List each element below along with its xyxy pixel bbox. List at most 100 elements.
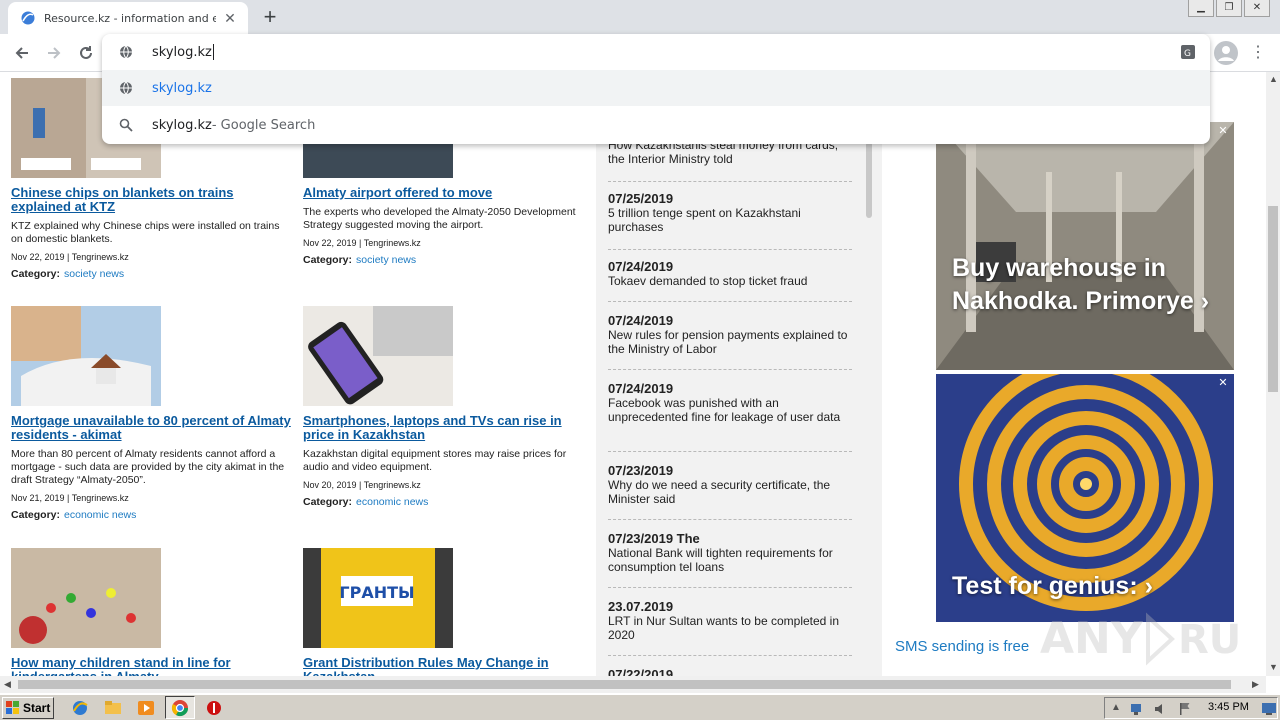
display-icon[interactable] [1261,701,1277,717]
flag-icon[interactable] [1177,701,1193,717]
start-label: Start [23,701,51,715]
reload-button[interactable] [74,41,98,65]
ad-banner-illusion[interactable]: ✕ Test for genius: › [936,374,1234,622]
feed-item[interactable]: 07/25/2019 5 trillion tenge spent on Kaz… [608,192,852,250]
news-meta: Nov 20, 2019 | Tengrinews.kz [303,480,421,490]
omnibox-dropdown: skylog.kz G skylog.kz skylog.kz - Google… [102,34,1210,144]
svg-text:ANY: ANY [1040,613,1144,664]
feed-text: Facebook was punished with an unpreceden… [608,396,841,424]
address-input[interactable]: skylog.kz [152,45,212,60]
news-thumbnail[interactable] [11,306,161,406]
site-favicon-icon [21,11,35,25]
feed-item[interactable]: 07/24/2019 Facebook was punished with an… [608,382,852,452]
news-card: Smartphones, laptops and TVs can rise in… [303,306,583,508]
folder-icon[interactable] [103,698,123,718]
feed-date: 07/23/2019 The [608,531,700,546]
news-description: The experts who developed the Almaty-205… [303,206,576,231]
feed-item[interactable]: How Kazakhstanis steal money from cards,… [608,138,852,182]
system-tray: ▲ [1104,697,1278,719]
profile-avatar[interactable] [1214,41,1238,65]
ads-column: ✕ Buy warehouse in Nakhodka. Primorye › … [882,72,1266,676]
translate-icon[interactable]: G [1180,44,1196,60]
news-description: More than 80 percent of Almaty residents… [11,448,285,486]
ie-icon[interactable] [70,698,90,718]
minimize-button[interactable]: ▁ [1188,0,1214,17]
forward-button[interactable] [42,41,66,65]
feed-date: 07/24/2019 [608,259,674,274]
feed-item[interactable]: 07/24/2019 Tokaev demanded to stop ticke… [608,260,852,302]
news-meta: Nov 21, 2019 | Tengrinews.kz [11,493,129,503]
new-tab-button[interactable]: + [258,6,282,30]
close-window-button[interactable]: ✕ [1244,0,1270,17]
anyrun-watermark-icon: ANY RUN [1040,612,1240,666]
back-button[interactable] [10,41,34,65]
news-title-link[interactable]: How many children stand in line for kind… [11,656,291,677]
sms-link[interactable]: SMS sending is free [895,638,1029,655]
media-player-icon[interactable] [136,698,156,718]
taskbar-chrome-button[interactable] [165,696,195,719]
horizontal-scrollbar[interactable]: ◀ ▶ [0,676,1266,693]
scroll-right-icon[interactable]: ▶ [1252,679,1259,690]
scroll-left-icon[interactable]: ◀ [4,679,11,690]
feed-item[interactable]: 07/24/2019 New rules for pension payment… [608,314,852,370]
category-link[interactable]: society news [356,254,416,266]
news-thumbnail[interactable] [11,548,161,648]
scroll-down-icon[interactable]: ▼ [1269,662,1278,672]
scrollbar-thumb[interactable] [18,680,1231,689]
windows-flag-icon [6,701,19,714]
feed-date: 07/24/2019 [608,381,674,396]
stop-icon[interactable] [204,698,224,718]
suggestion-item-search[interactable]: skylog.kz - Google Search [102,107,1210,143]
browser-menu-button[interactable]: ⋮ [1250,42,1266,64]
network-icon[interactable] [1129,701,1145,717]
feed-date: 07/25/2019 [608,191,674,206]
forward-arrow-icon [48,47,61,59]
tray-expand-icon[interactable]: ▲ [1111,702,1121,713]
category-link[interactable]: society news [64,268,124,280]
suggestion-item-url[interactable]: skylog.kz [102,70,1210,106]
volume-icon[interactable] [1153,701,1169,717]
ad-close-icon[interactable]: ✕ [1216,376,1230,390]
scroll-up-icon[interactable]: ▲ [1269,74,1278,84]
tab-close-icon[interactable]: ✕ [222,10,238,26]
feed-item[interactable]: 07/23/2019 Why do we need a security cer… [608,464,852,520]
feed-item[interactable]: 07/22/2019 [608,668,852,677]
feed-scrollbar[interactable] [866,142,872,218]
category-link[interactable]: economic news [64,509,136,521]
ad-banner-warehouse[interactable]: ✕ Buy warehouse in Nakhodka. Primorye › [936,122,1234,370]
feed-item[interactable]: 07/23/2019 The National Bank will tighte… [608,532,852,588]
news-description: Kazakhstan digital equipment stores may … [303,448,567,473]
feed-text: New rules for pension payments explained… [608,328,848,356]
feed-date: 07/24/2019 [608,313,674,328]
start-button[interactable]: Start [2,697,54,719]
news-thumbnail[interactable] [303,306,453,406]
restore-button[interactable]: ❐ [1216,0,1242,17]
news-thumbnail[interactable]: ГРАНТЫ [303,548,453,648]
news-title-link[interactable]: Almaty airport offered to move [303,186,583,200]
category-label: Category: [11,268,61,280]
search-icon [119,118,133,132]
news-title-link[interactable]: Chinese chips on blankets on trains expl… [11,186,291,214]
category-link[interactable]: economic news [356,496,428,508]
ad-close-icon[interactable]: ✕ [1216,124,1230,138]
back-arrow-icon [15,47,28,59]
news-meta: Nov 22, 2019 | Tengrinews.kz [11,252,129,262]
address-bar[interactable]: skylog.kz G [102,34,1210,70]
reload-icon [80,46,92,59]
vertical-scrollbar[interactable]: ▲ ▼ [1266,72,1280,676]
feed-item[interactable]: 23.07.2019 LRT in Nur Sultan wants to be… [608,600,852,656]
suggestion-url-text: skylog.kz [152,80,212,96]
feed-date: 07/23/2019 [608,463,674,478]
scrollbar-thumb[interactable] [1268,206,1278,392]
news-description: KTZ explained why Chinese chips were ins… [11,220,280,245]
news-category: Category: economic news [303,496,583,508]
news-title-link[interactable]: Smartphones, laptops and TVs can rise in… [303,414,583,442]
ad-caption: Buy warehouse in Nakhodka. Primorye › [952,254,1210,315]
news-title-link[interactable]: Mortgage unavailable to 80 percent of Al… [11,414,291,442]
news-title-link[interactable]: Grant Distribution Rules May Change in K… [303,656,583,677]
news-card: How many children stand in line for kind… [11,548,291,676]
feed-text: LRT in Nur Sultan wants to be completed … [608,614,840,642]
browser-tab[interactable]: Resource.kz - information and entert ✕ [8,2,248,34]
globe-icon [120,45,132,59]
news-category: Category: economic news [11,509,291,521]
